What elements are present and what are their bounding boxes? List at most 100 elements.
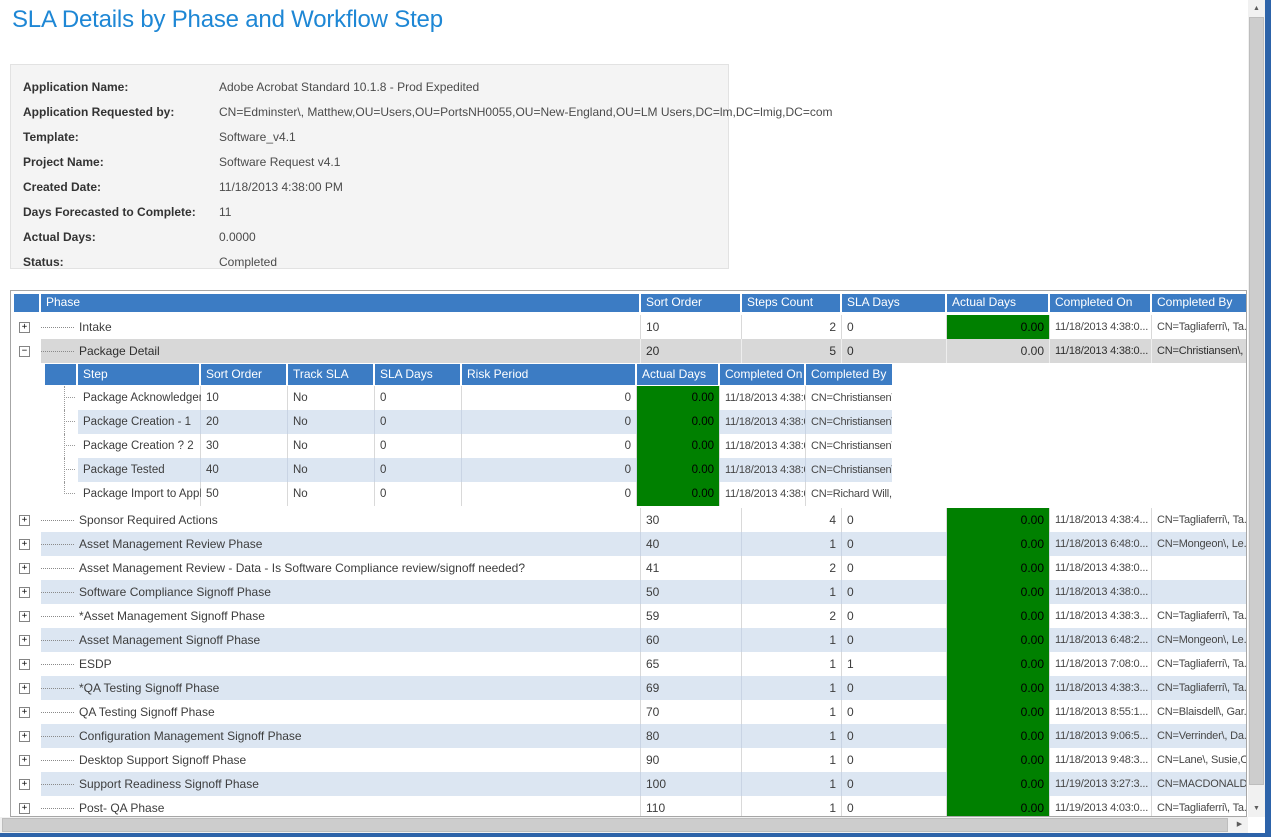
step-row[interactable]: Package Acknowledgement10No000.0011/18/2…	[45, 386, 1246, 410]
info-field-value: Software Request v4.1	[219, 155, 340, 169]
step-completed-on-cell: 11/18/2013 4:38:0...	[720, 410, 806, 434]
completed-on-cell: 11/19/2013 4:03:0...	[1050, 796, 1152, 817]
expand-icon[interactable]: +	[19, 587, 30, 598]
sort-order-cell: 30	[641, 508, 742, 532]
collapse-icon[interactable]: −	[19, 346, 30, 357]
expand-icon[interactable]: +	[19, 683, 30, 694]
info-field-label: Application Name:	[23, 80, 219, 94]
sla-days-cell: 0	[842, 724, 947, 748]
step-completed-by-cell: CN=Christiansen\, ...	[806, 458, 892, 482]
info-field-label: Status:	[23, 255, 219, 269]
completed-on-cell: 11/18/2013 9:48:3...	[1050, 748, 1152, 772]
actual-days-cell: 0.00	[947, 724, 1050, 748]
column-header-completed-by: Completed By	[1152, 294, 1246, 312]
step-actual-days-cell: 0.00	[637, 482, 720, 506]
tree-connector-icon	[45, 386, 78, 410]
scroll-up-icon[interactable]: ▲	[1248, 0, 1265, 17]
info-field-label: Template:	[23, 130, 219, 144]
horizontal-scroll-thumb[interactable]	[2, 818, 1228, 832]
phase-cell: Sponsor Required Actions	[41, 508, 641, 532]
phase-row[interactable]: +Intake10200.0011/18/2013 4:38:0...CN=Ta…	[14, 315, 1246, 339]
phase-row[interactable]: +Asset Management Review Phase40100.0011…	[14, 532, 1246, 556]
expand-icon[interactable]: +	[19, 563, 30, 574]
phase-row[interactable]: +Sponsor Required Actions30400.0011/18/2…	[14, 508, 1246, 532]
phase-row[interactable]: +Post- QA Phase110100.0011/19/2013 4:03:…	[14, 796, 1246, 817]
phase-row[interactable]: +Software Compliance Signoff Phase50100.…	[14, 580, 1246, 604]
tree-line-icon	[41, 592, 74, 593]
completed-on-cell: 11/18/2013 6:48:0...	[1050, 532, 1152, 556]
phase-row[interactable]: +*QA Testing Signoff Phase69100.0011/18/…	[14, 676, 1246, 700]
sort-order-cell: 50	[641, 580, 742, 604]
phase-cell: Asset Management Signoff Phase	[41, 628, 641, 652]
scroll-right-icon[interactable]: ▶	[1231, 817, 1248, 834]
phase-name: *QA Testing Signoff Phase	[79, 676, 219, 700]
step-row[interactable]: Package Import to AppManager50No000.0011…	[45, 482, 1246, 506]
step-sla-days-cell: 0	[375, 482, 462, 506]
step-row[interactable]: Package Creation - 120No000.0011/18/2013…	[45, 410, 1246, 434]
steps-table-header-row: StepSort OrderTrack SLASLA DaysRisk Peri…	[45, 364, 1246, 385]
step-name-cell: Package Acknowledgement	[78, 386, 201, 410]
actual-days-cell: 0.00	[947, 700, 1050, 724]
phase-row[interactable]: +ESDP65110.0011/18/2013 7:08:0...CN=Tagl…	[14, 652, 1246, 676]
expand-icon[interactable]: +	[19, 731, 30, 742]
info-field-label: Application Requested by:	[23, 105, 219, 119]
phase-row[interactable]: + Asset Management Review - Data - Is Sof…	[14, 556, 1246, 580]
phase-name: Asset Management Review - Data - Is Soft…	[79, 556, 525, 580]
actual-days-cell: 0.00	[947, 604, 1050, 628]
sla-days-cell: 0	[842, 772, 947, 796]
expand-icon[interactable]: +	[19, 659, 30, 670]
step-actual-days-cell: 0.00	[637, 458, 720, 482]
tree-line-icon	[41, 784, 74, 785]
phase-row[interactable]: +*Asset Management Signoff Phase59200.00…	[14, 604, 1246, 628]
expand-icon[interactable]: +	[19, 515, 30, 526]
phase-row[interactable]: −Package Detail20500.0011/18/2013 4:38:0…	[14, 339, 1246, 363]
phase-row[interactable]: +Asset Management Signoff Phase60100.001…	[14, 628, 1246, 652]
tree-line-icon	[41, 664, 74, 665]
phase-row[interactable]: +Support Readiness Signoff Phase100100.0…	[14, 772, 1246, 796]
expand-icon[interactable]: +	[19, 779, 30, 790]
step-row[interactable]: Package Tested40No000.0011/18/2013 4:38:…	[45, 458, 1246, 482]
page-vertical-scrollbar[interactable]: ▲ ▼	[1248, 0, 1265, 817]
phase-name: Configuration Management Signoff Phase	[79, 724, 302, 748]
expand-icon[interactable]: +	[19, 755, 30, 766]
completed-on-cell: 11/18/2013 4:38:0...	[1050, 556, 1152, 580]
vertical-scroll-thumb[interactable]	[1249, 17, 1264, 785]
phase-row[interactable]: +QA Testing Signoff Phase70100.0011/18/2…	[14, 700, 1246, 724]
expander-cell: +	[14, 628, 41, 652]
phase-cell: Software Compliance Signoff Phase	[41, 580, 641, 604]
steps-table: StepSort OrderTrack SLASLA DaysRisk Peri…	[45, 364, 1246, 506]
step-actual-days-cell: 0.00	[637, 386, 720, 410]
expand-icon[interactable]: +	[19, 611, 30, 622]
sla-days-cell: 1	[842, 652, 947, 676]
actual-days-cell: 0.00	[947, 580, 1050, 604]
table-horizontal-scrollbar[interactable]: ▶	[0, 817, 1248, 833]
actual-days-cell: 0.00	[947, 652, 1050, 676]
phase-name: ESDP	[79, 652, 112, 676]
tree-line-icon	[41, 616, 74, 617]
column-header-actual-days: Actual Days	[637, 364, 720, 385]
expand-icon[interactable]: +	[19, 322, 30, 333]
expand-icon[interactable]: +	[19, 803, 30, 814]
phase-row[interactable]: +Desktop Support Signoff Phase90100.0011…	[14, 748, 1246, 772]
info-field-value: Completed	[219, 255, 277, 269]
expander-cell: +	[14, 556, 41, 580]
tree-cell	[45, 386, 78, 410]
actual-days-cell: 0.00	[947, 315, 1050, 339]
expand-icon[interactable]: +	[19, 539, 30, 550]
step-sort-order-cell: 20	[201, 410, 288, 434]
info-field-value: 0.0000	[219, 230, 256, 244]
step-row[interactable]: Package Creation ? 230No000.0011/18/2013…	[45, 434, 1246, 458]
step-name-cell: Package Tested	[78, 458, 201, 482]
page-title: SLA Details by Phase and Workflow Step	[12, 6, 443, 34]
expand-icon[interactable]: +	[19, 635, 30, 646]
column-header-steps-count: Steps Count	[742, 294, 842, 312]
phase-row[interactable]: +Configuration Management Signoff Phase8…	[14, 724, 1246, 748]
steps-count-cell: 1	[742, 700, 842, 724]
actual-days-cell: 0.00	[947, 772, 1050, 796]
step-completed-on-cell: 11/18/2013 4:38:0...	[720, 458, 806, 482]
tree-connector-icon	[45, 458, 78, 482]
info-field: Days Forecasted to Complete:11	[23, 199, 728, 224]
scroll-down-icon[interactable]: ▼	[1248, 800, 1265, 817]
expand-icon[interactable]: +	[19, 707, 30, 718]
info-panel: Application Name:Adobe Acrobat Standard …	[10, 64, 729, 269]
